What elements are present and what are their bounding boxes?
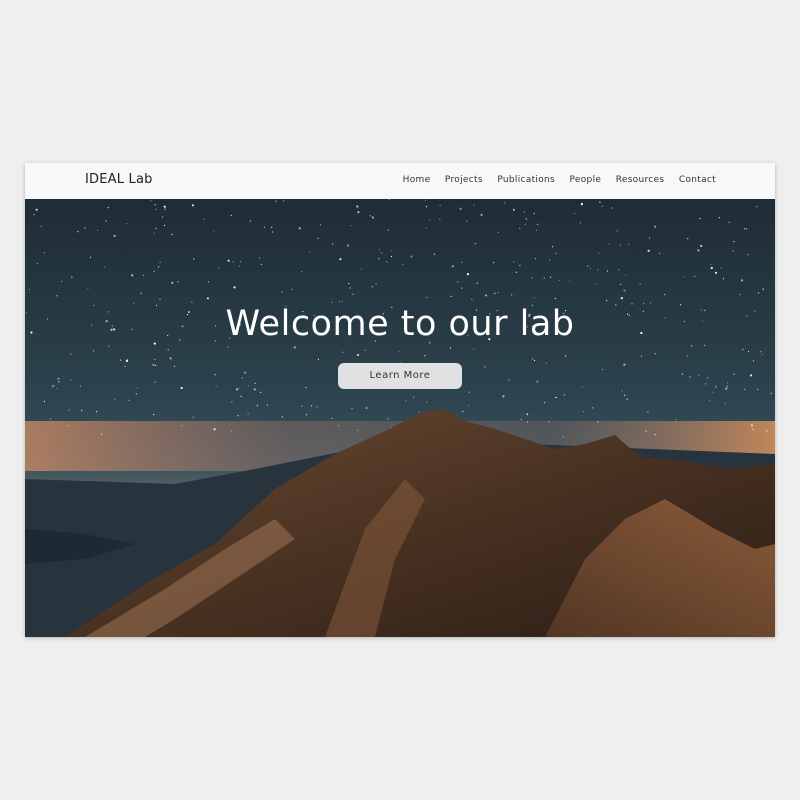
- nav-link-contact[interactable]: Contact: [679, 175, 716, 185]
- brand-logo[interactable]: IDEAL Lab: [85, 172, 153, 187]
- hero-background-image: [25, 199, 775, 637]
- nav-links: Home Projects Publications People Resour…: [388, 175, 716, 185]
- hero-section: Welcome to our lab Learn More: [25, 199, 775, 637]
- browser-page: IDEAL Lab Home Projects Publications Peo…: [25, 163, 775, 637]
- nav-link-projects[interactable]: Projects: [445, 175, 483, 185]
- nav-link-resources[interactable]: Resources: [616, 175, 665, 185]
- learn-more-button[interactable]: Learn More: [338, 363, 462, 389]
- top-navbar: IDEAL Lab Home Projects Publications Peo…: [25, 163, 775, 199]
- nav-link-publications[interactable]: Publications: [497, 175, 555, 185]
- nav-link-home[interactable]: Home: [403, 175, 431, 185]
- nav-link-people[interactable]: People: [570, 175, 602, 185]
- hero-title: Welcome to our lab: [225, 304, 575, 344]
